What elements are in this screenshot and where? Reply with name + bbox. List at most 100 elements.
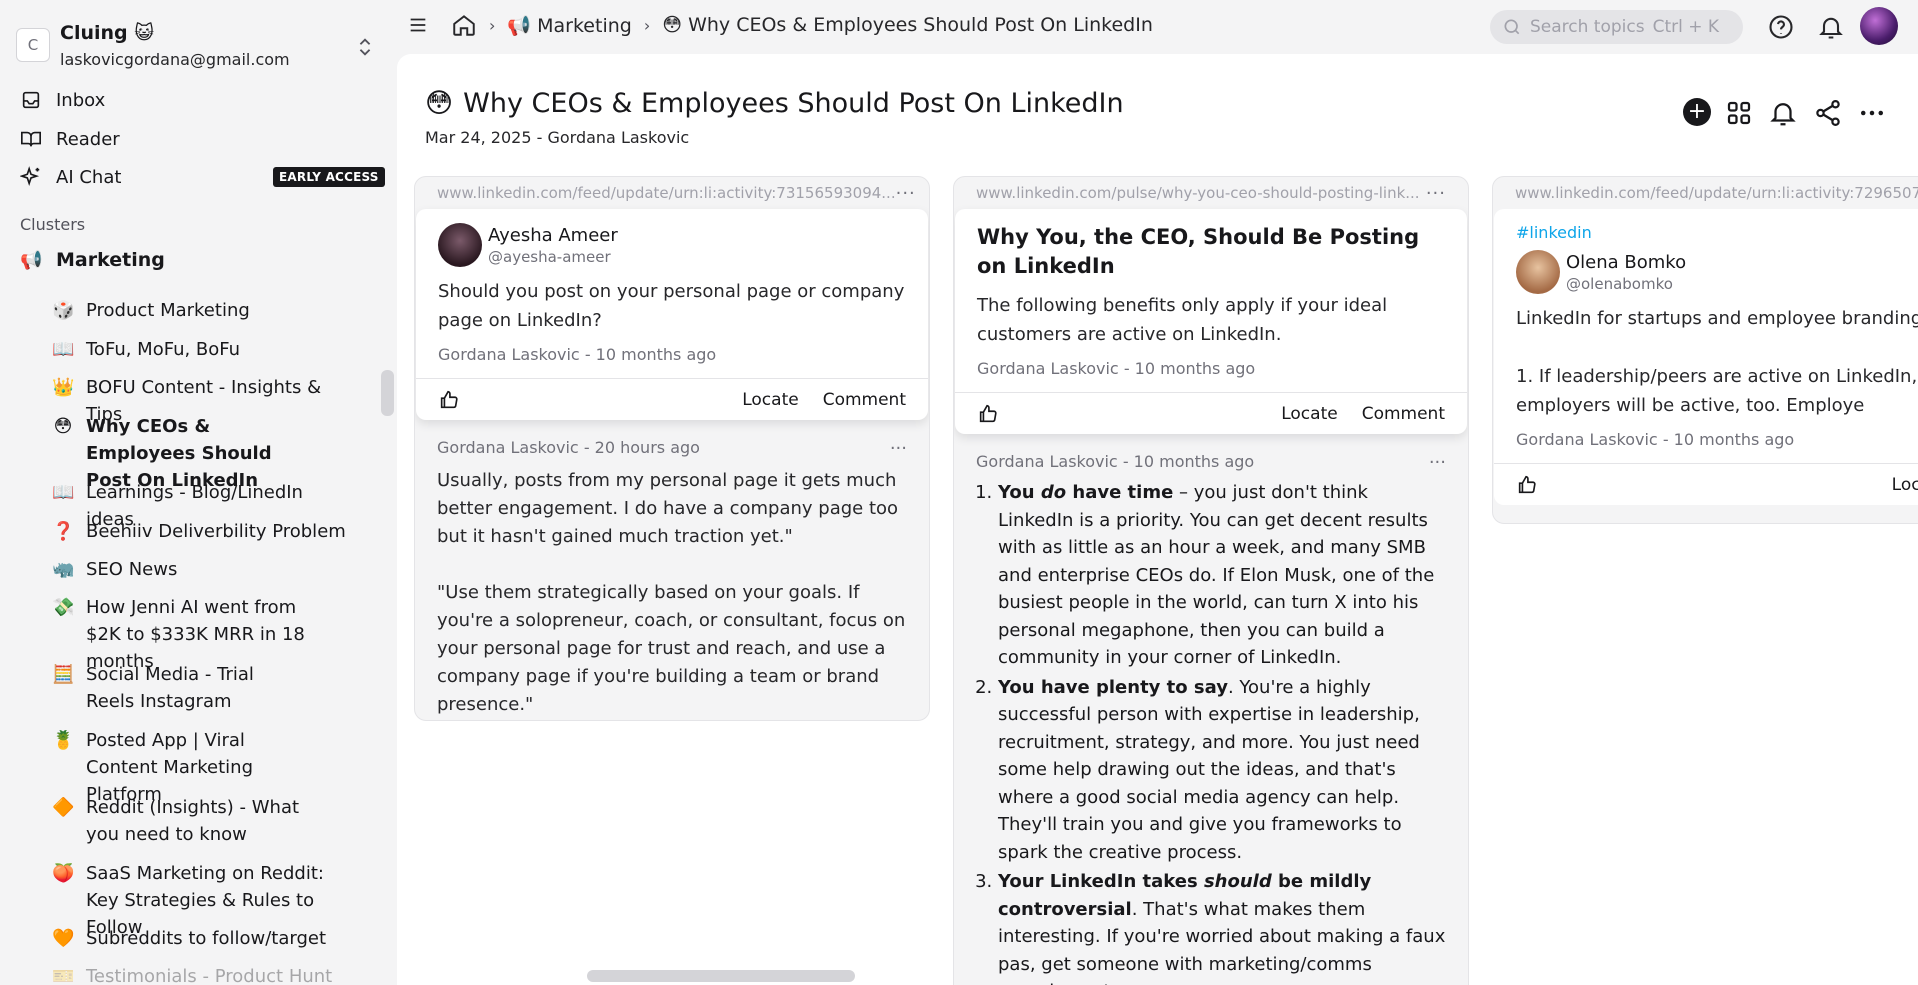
breadcrumb: › 📢 Marketing › 😳 Why CEOs & Employees S… [407,12,1153,38]
topic-item[interactable]: ❓ Beehiiv Deliverbility Problem [52,518,352,545]
current-cluster[interactable]: 📢 Marketing [20,249,165,271]
author: Olena Bomko @olenabomko [1516,250,1918,294]
nav-inbox-label: Inbox [56,89,106,111]
breadcrumb-topic-label: Why CEOs & Employees Should Post On Link… [688,14,1153,36]
hashtag[interactable]: #linkedin [1516,223,1918,242]
author-avatar [1516,250,1560,294]
topic-label: Beehiiv Deliverbility Problem [86,521,346,542]
nav-inbox[interactable]: Inbox [20,89,105,111]
sidebar: C Cluing 😺 laskovicgordana@gmail.com Inb… [0,0,397,985]
topic-emoji-icon: 🔶 [52,797,75,818]
clusters-section-label: Clusters [20,215,86,234]
source-url[interactable]: www.linkedin.com/feed/update/urn:li:acti… [1515,184,1918,202]
list-item: You do have time – you just don't think … [998,479,1446,672]
bell-icon[interactable] [1768,98,1798,128]
comment-button[interactable]: Comment [823,390,906,410]
main-panel: 😳 Why CEOs & Employees Should Post On Li… [397,54,1918,985]
source-url-bar[interactable]: www.linkedin.com/feed/update/urn:li:acti… [1493,177,1918,209]
author-name: Ayesha Ameer [488,224,618,246]
nav-reader[interactable]: Reader [20,128,120,150]
topic-item[interactable]: 🔶 Reddit (Insights) - What you need to kn… [52,794,322,848]
note-text: "Use them strategically based on your go… [437,582,906,715]
search-icon [1504,19,1520,35]
user-avatar[interactable] [1860,7,1898,45]
note: Gordana Laskovic - 20 hours ago ··· Usua… [415,420,929,720]
bell-icon[interactable] [1817,13,1845,41]
nav-ai-chat-label: AI Chat [56,166,122,188]
note-author-time: Gordana Laskovic - 20 hours ago [437,438,700,457]
source-url-bar[interactable]: www.linkedin.com/feed/update/urn:li:acti… [415,177,929,209]
help-icon[interactable] [1767,13,1795,41]
source-url-bar[interactable]: www.linkedin.com/pulse/why-you-ceo-shoul… [954,177,1468,209]
search-box[interactable]: Search topics Ctrl + K [1490,10,1743,44]
share-icon[interactable] [1813,98,1843,128]
topic-item[interactable]: 🎫 Testimonials - Product Hunt [52,963,352,985]
topic-label: ToFu, MoFu, BoFu [86,339,241,360]
locate-button[interactable]: Locate [1281,404,1337,424]
sparkles-icon [20,166,40,187]
list-item: You have plenty to say. You're a highly … [998,674,1446,867]
topic-label: SEO News [86,559,178,580]
author-handle: @ayesha-ameer [488,247,611,266]
home-icon[interactable] [451,12,477,38]
thumbs-up-icon[interactable] [977,403,999,425]
inbox-icon [22,91,40,109]
more-icon[interactable]: ··· [1426,183,1446,204]
source-url[interactable]: www.linkedin.com/pulse/why-you-ceo-shoul… [976,184,1420,202]
add-button[interactable]: + [1683,98,1711,126]
more-icon[interactable]: ··· [890,438,907,459]
author-name: Olena Bomko [1566,251,1687,273]
topic-label: Product Marketing [86,300,250,321]
more-icon[interactable]: ··· [896,183,916,204]
breadcrumb-topic[interactable]: 😳 Why CEOs & Employees Should Post On Li… [662,14,1153,36]
megaphone-icon: 📢 [507,14,532,37]
card-meta: Gordana Laskovic - 10 months ago [1516,430,1795,449]
card-meta: Gordana Laskovic - 10 months ago [438,345,717,364]
note-text: Usually, posts from my personal page it … [437,470,899,547]
comment-button[interactable]: Comment [1362,404,1445,424]
topic-item[interactable]: 🦏 SEO News [52,556,352,583]
page-title-text: Why CEOs & Employees Should Post On Link… [463,88,1124,119]
locate-button[interactable]: Locate [742,390,798,410]
chevron-right-icon: › [643,15,651,35]
source-card: Ayesha Ameer @ayesha-ameer Should you po… [416,209,928,420]
topic-label: Social Media - Trial Reels Instagram [86,664,254,712]
list-item: Your LinkedIn takes should be mildly con… [998,868,1446,985]
topic-item[interactable]: 📖 ToFu, MoFu, BoFu [52,336,352,363]
flushed-face-icon: 😳 [425,88,454,119]
thumbs-up-icon[interactable] [438,389,460,411]
card-actions: Locate Comment [416,378,928,420]
nav-reader-label: Reader [56,128,120,150]
source-url[interactable]: www.linkedin.com/feed/update/urn:li:acti… [437,184,896,202]
topic-item[interactable]: 🧡 Subreddits to follow/target [52,925,352,952]
grid-icon[interactable] [1724,98,1754,128]
breadcrumb-cluster-label: Marketing [537,14,632,37]
topic-label: Reddit (Insights) - What you need to kno… [86,797,300,845]
horizontal-scrollbar[interactable] [587,970,855,982]
topic-label: Subreddits to follow/target [86,928,327,949]
workspace-switcher[interactable]: C Cluing 😺 laskovicgordana@gmail.com [16,20,376,74]
more-icon[interactable] [1857,98,1887,128]
breadcrumb-cluster[interactable]: 📢 Marketing [507,14,631,37]
workspace-email: laskovicgordana@gmail.com [60,50,290,69]
topic-emoji-icon: ❓ [52,521,75,542]
sidebar-scrollbar[interactable] [381,370,394,416]
book-icon [21,131,41,147]
topic-emoji-icon: 🎲 [52,300,75,321]
chevron-up-down-icon[interactable] [354,34,376,60]
topic-item[interactable]: 🧮 Social Media - Trial Reels Instagram [52,661,302,715]
more-icon[interactable]: ··· [1429,452,1446,473]
list-item-text: . You're a highly successful person with… [998,676,1420,863]
nav-ai-chat[interactable]: AI Chat [20,166,121,188]
top-bar: › 📢 Marketing › 😳 Why CEOs & Employees S… [397,0,1918,54]
search-placeholder: Search topics [1530,17,1645,37]
topic-emoji-icon: 🦏 [52,559,75,580]
menu-icon[interactable] [407,14,429,36]
card-text: 1. If leadership/peers are active on Lin… [1516,366,1918,416]
topic-emoji-icon: 🧮 [52,664,75,685]
list-item-text: – you just don't think LinkedIn is a pri… [998,482,1435,668]
thumbs-up-icon[interactable] [1516,474,1538,496]
locate-button[interactable]: Locate [1892,475,1918,495]
list-item-lead: You do have time [998,482,1174,503]
topic-item[interactable]: 🎲 Product Marketing [52,297,352,324]
